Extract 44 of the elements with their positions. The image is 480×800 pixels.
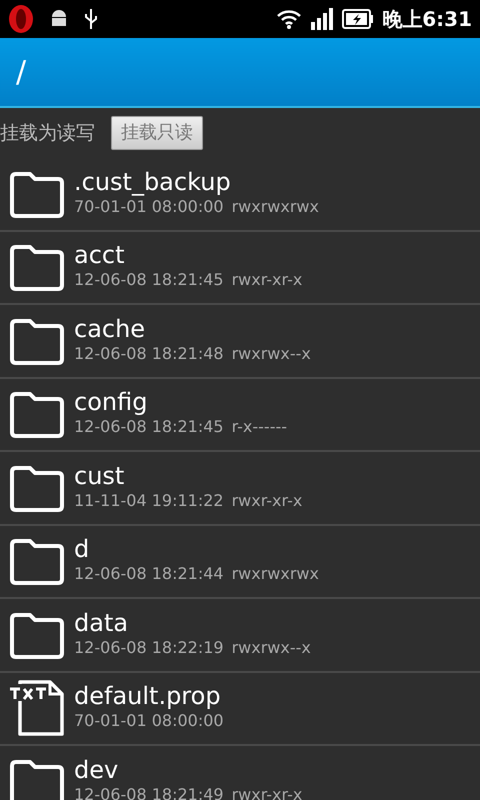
file-permissions: rwxrwxrwx [232, 563, 319, 586]
file-permissions: rwxr-xr-x [232, 269, 302, 292]
file-permissions: rwxr-xr-x [232, 784, 302, 800]
file-date: 12-06-08 18:21:49 [74, 784, 224, 800]
wifi-icon [276, 8, 302, 30]
file-date: 11-11-04 19:11:22 [74, 490, 224, 512]
file-row[interactable]: cache 12-06-08 18:21:48 rwxrwx--x [0, 305, 480, 378]
file-date: 12-06-08 18:21:45 [74, 269, 224, 292]
battery-charging-icon [342, 9, 374, 29]
opera-icon [8, 4, 34, 34]
file-date: 70-01-01 08:00:00 [74, 196, 224, 218]
file-name: config [74, 389, 148, 416]
file-name: default.prop [74, 683, 222, 710]
file-row[interactable]: cust 11-11-04 19:11:22 rwxr-xr-x [0, 452, 480, 526]
file-date: 12-06-08 18:21:48 [74, 342, 224, 365]
file-row[interactable]: data 12-06-08 18:22:19 rwxrwx--x [0, 599, 480, 672]
usb-icon [84, 7, 98, 31]
file-name: d [74, 536, 90, 562]
file-row[interactable]: d 12-06-08 18:21:44 rwxrwxrwx [0, 526, 480, 599]
file-permissions: rwxrwx--x [232, 342, 311, 365]
file-permissions: rwxrwx--x [232, 636, 311, 659]
file-name: acct [74, 242, 126, 268]
file-row[interactable]: dev 12-06-08 18:21:49 rwxr-xr-x [0, 746, 480, 800]
file-permissions: rwxr-xr-x [232, 490, 302, 512]
file-row[interactable]: .cust_backup 70-01-01 08:00:00 rwxrwxrwx [0, 158, 480, 232]
text-file-icon [8, 678, 66, 738]
file-date: 70-01-01 08:00:00 [74, 710, 224, 732]
file-date: 12-06-08 18:22:19 [74, 636, 224, 659]
signal-icon [310, 8, 334, 30]
file-name: .cust_backup [74, 168, 232, 195]
file-name: cache [74, 316, 146, 342]
file-row[interactable]: acct 12-06-08 18:21:45 rwxr-xr-x [0, 232, 480, 305]
file-row[interactable]: config 12-06-08 18:21:45 r-x------ [0, 378, 480, 452]
file-date: 12-06-08 18:21:44 [74, 563, 224, 586]
clock: 晚上6:31 [382, 6, 472, 33]
file-row[interactable]: default.prop 70-01-01 08:00:00 [0, 672, 480, 746]
file-date: 12-06-08 18:21:45 [74, 416, 224, 438]
file-permissions: r-x------ [232, 416, 288, 438]
path-title: / [16, 54, 26, 92]
file-permissions: rwxrwxrwx [232, 196, 319, 218]
file-name: data [74, 610, 130, 636]
mount-label: 挂载为读写 [0, 120, 95, 146]
file-name: dev [74, 756, 120, 783]
file-name: cust [74, 462, 126, 489]
